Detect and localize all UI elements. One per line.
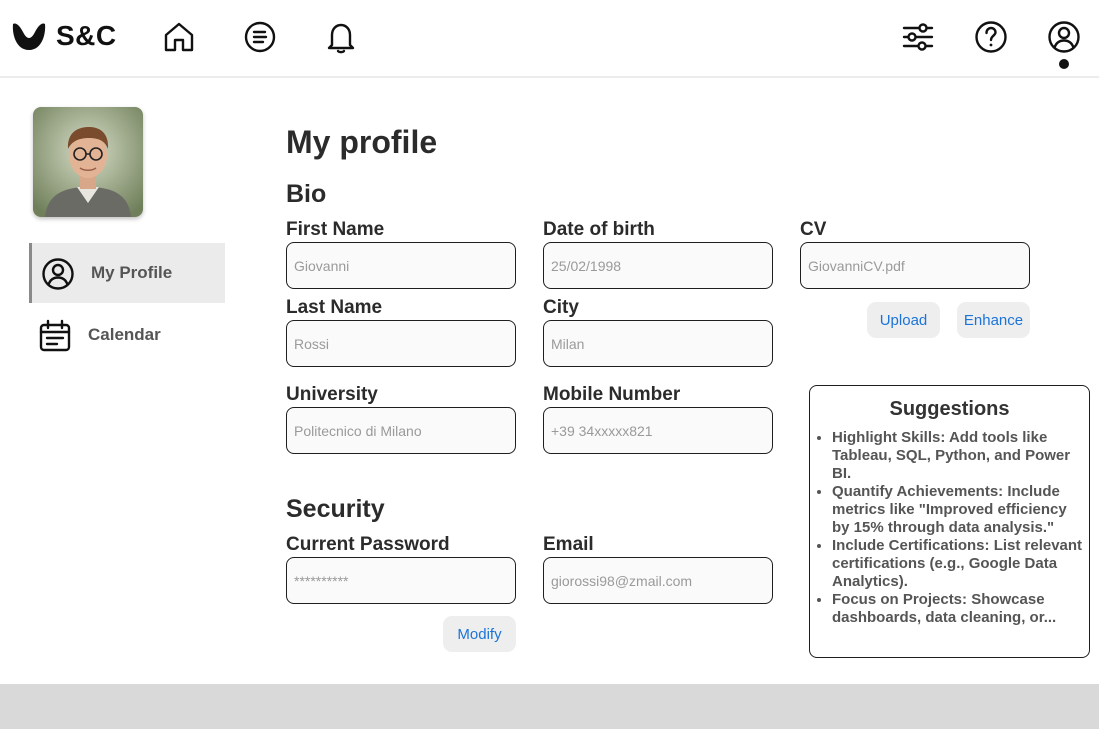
suggestion-item: Include Certifications: List relevant ce… <box>832 537 1084 591</box>
mobile-number-field[interactable] <box>543 407 773 454</box>
profile-icon[interactable] <box>1046 19 1082 55</box>
first-name-field[interactable] <box>286 242 516 289</box>
sidebar-item-label: My Profile <box>91 263 173 282</box>
city-label: City <box>543 297 579 318</box>
email-label: Email <box>543 534 594 555</box>
sidebar-item-calendar[interactable]: Calendar <box>29 305 225 365</box>
home-icon[interactable] <box>161 19 197 55</box>
university-label: University <box>286 384 378 405</box>
page-title: My profile <box>286 124 438 160</box>
date-of-birth-field[interactable] <box>543 242 773 289</box>
brand-logo[interactable]: S&C <box>12 20 117 52</box>
notes-icon[interactable] <box>242 19 278 55</box>
upload-button[interactable]: Upload <box>867 302 940 338</box>
logo-icon <box>12 23 46 50</box>
mobile-number-label: Mobile Number <box>543 384 681 405</box>
city-field[interactable] <box>543 320 773 367</box>
suggestions-title: Suggestions <box>889 398 1010 420</box>
first-name-label: First Name <box>286 219 385 240</box>
cv-label: CV <box>800 219 827 240</box>
sidebar-item-my-profile[interactable]: My Profile <box>29 243 225 303</box>
top-navigation-bar: S&C <box>0 0 1099 78</box>
suggestion-item: Focus on Projects: Showcase dashboards, … <box>832 591 1084 627</box>
active-indicator-dot <box>1059 59 1069 69</box>
brand-name: S&C <box>56 20 117 51</box>
current-password-field[interactable] <box>286 557 516 604</box>
calendar-icon <box>39 319 71 352</box>
modify-button[interactable]: Modify <box>443 616 516 652</box>
enhance-button[interactable]: Enhance <box>957 302 1030 338</box>
profile-icon <box>42 258 74 290</box>
help-icon[interactable] <box>973 19 1009 55</box>
bell-icon[interactable] <box>323 19 359 55</box>
last-name-label: Last Name <box>286 297 383 318</box>
last-name-field[interactable] <box>286 320 516 367</box>
suggestions-panel: Suggestions Highlight Skills: Add tools … <box>809 385 1090 658</box>
suggestions-list: Highlight Skills: Add tools like Tableau… <box>832 429 1084 627</box>
sliders-icon[interactable] <box>900 19 936 55</box>
avatar[interactable] <box>33 107 143 217</box>
footer <box>0 684 1099 729</box>
avatar-photo <box>33 107 143 217</box>
security-heading: Security <box>286 495 385 523</box>
suggestion-item: Quantify Achievements: Include metrics l… <box>832 483 1084 537</box>
current-password-label: Current Password <box>286 534 450 555</box>
email-field[interactable] <box>543 557 773 604</box>
university-field[interactable] <box>286 407 516 454</box>
bio-heading: Bio <box>286 180 327 208</box>
cv-field[interactable] <box>800 242 1030 289</box>
sidebar-item-label: Calendar <box>88 325 161 344</box>
date-of-birth-label: Date of birth <box>543 219 655 240</box>
suggestion-item: Highlight Skills: Add tools like Tableau… <box>832 429 1084 483</box>
